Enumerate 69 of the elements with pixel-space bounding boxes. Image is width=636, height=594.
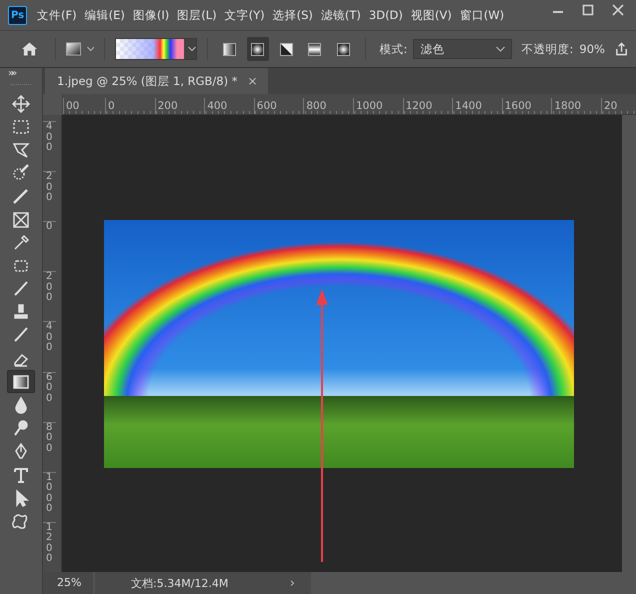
menu-item[interactable]: 图像(I)	[132, 8, 170, 22]
menu-item[interactable]: 选择(S)	[272, 8, 313, 22]
zoom-level[interactable]: 25%	[43, 572, 93, 594]
quick-select-icon	[12, 164, 30, 182]
caret-icon	[496, 46, 504, 52]
rectangle-selection-icon	[12, 118, 30, 136]
stamp-icon	[12, 303, 30, 322]
opacity-label: 不透明度:	[522, 42, 574, 56]
menu-item[interactable]: 滤镜(T)	[320, 8, 361, 22]
ruler-label: 600	[254, 98, 304, 114]
gradient-swatch-icon	[336, 42, 350, 56]
gradient-preset-icon[interactable]	[66, 42, 81, 56]
ruler-label: 1000	[43, 472, 56, 522]
document-size: 文档:5.34M/12.4M	[131, 576, 228, 590]
collapse-button[interactable]: »»	[0, 68, 14, 82]
selected-tool-button[interactable]	[7, 370, 35, 394]
gradient-swatch-icon	[251, 42, 264, 56]
maximize-icon[interactable]	[582, 4, 594, 16]
ruler-label: 800	[43, 422, 56, 472]
gradient-swatch-icon	[222, 42, 236, 56]
gradient-icon	[12, 372, 30, 391]
caret-icon[interactable]	[188, 46, 196, 52]
menu-item[interactable]: 文字(Y)	[224, 8, 265, 22]
gradient-picker[interactable]	[115, 38, 198, 60]
brush-icon	[12, 280, 30, 298]
ruler-label: 400	[43, 321, 56, 372]
caret-icon[interactable]	[86, 46, 94, 52]
home-icon[interactable]	[22, 42, 37, 56]
close-tab-button[interactable]: ×	[248, 74, 258, 88]
ruler-label: 1000	[352, 98, 403, 114]
menu-item[interactable]: 窗口(W)	[460, 8, 504, 22]
ruler-label: 200	[43, 271, 56, 322]
opacity-field[interactable]: 90%	[579, 42, 605, 56]
ruler-label: 200	[154, 98, 204, 114]
menu-item[interactable]: 图层(L)	[177, 8, 217, 22]
eyedropper-icon	[12, 234, 30, 252]
ruler-label: 400	[204, 98, 254, 114]
menu-item[interactable]: 文件(F)	[37, 8, 77, 22]
ruler-label: 1600	[502, 98, 552, 114]
ruler-label: 0	[105, 98, 155, 114]
app-logo: Ps	[8, 6, 27, 24]
ruler-label: 00	[63, 98, 105, 114]
ruler-label: 600	[43, 372, 56, 422]
document-tab[interactable]: 1.jpeg @ 25% (图层 1, RGB/8) * ×	[45, 68, 268, 94]
ruler-label: 0	[43, 221, 56, 272]
mode-label: 模式:	[379, 42, 408, 56]
menu-item[interactable]: 3D(D)	[368, 8, 403, 22]
type-icon	[12, 466, 30, 484]
ruler-label: 1200	[402, 98, 452, 114]
gradient-swatch-icon	[280, 42, 293, 56]
lasso-icon	[12, 140, 30, 159]
ruler-label: 1400	[452, 98, 502, 114]
share-icon[interactable]	[614, 42, 628, 56]
ruler-label: 1800	[551, 98, 601, 114]
frame-icon	[12, 210, 30, 229]
shape-icon	[12, 512, 30, 530]
radial-gradient-button[interactable]	[246, 37, 270, 61]
mode-dropdown[interactable]: 滤色	[413, 39, 512, 59]
dodge-icon	[12, 419, 30, 438]
ruler-label: 800	[303, 98, 353, 114]
ruler-label: 200	[43, 171, 56, 222]
status-menu-button[interactable]: ›	[290, 576, 295, 590]
ruler-label: 20	[600, 98, 636, 114]
gradient-swatch-icon	[308, 42, 322, 56]
menu-item[interactable]: 编辑(E)	[84, 8, 125, 22]
move-icon	[12, 94, 30, 113]
ruler-label: 400	[43, 121, 56, 172]
menu-item[interactable]: 视图(V)	[410, 8, 452, 22]
close-icon[interactable]	[612, 4, 624, 16]
